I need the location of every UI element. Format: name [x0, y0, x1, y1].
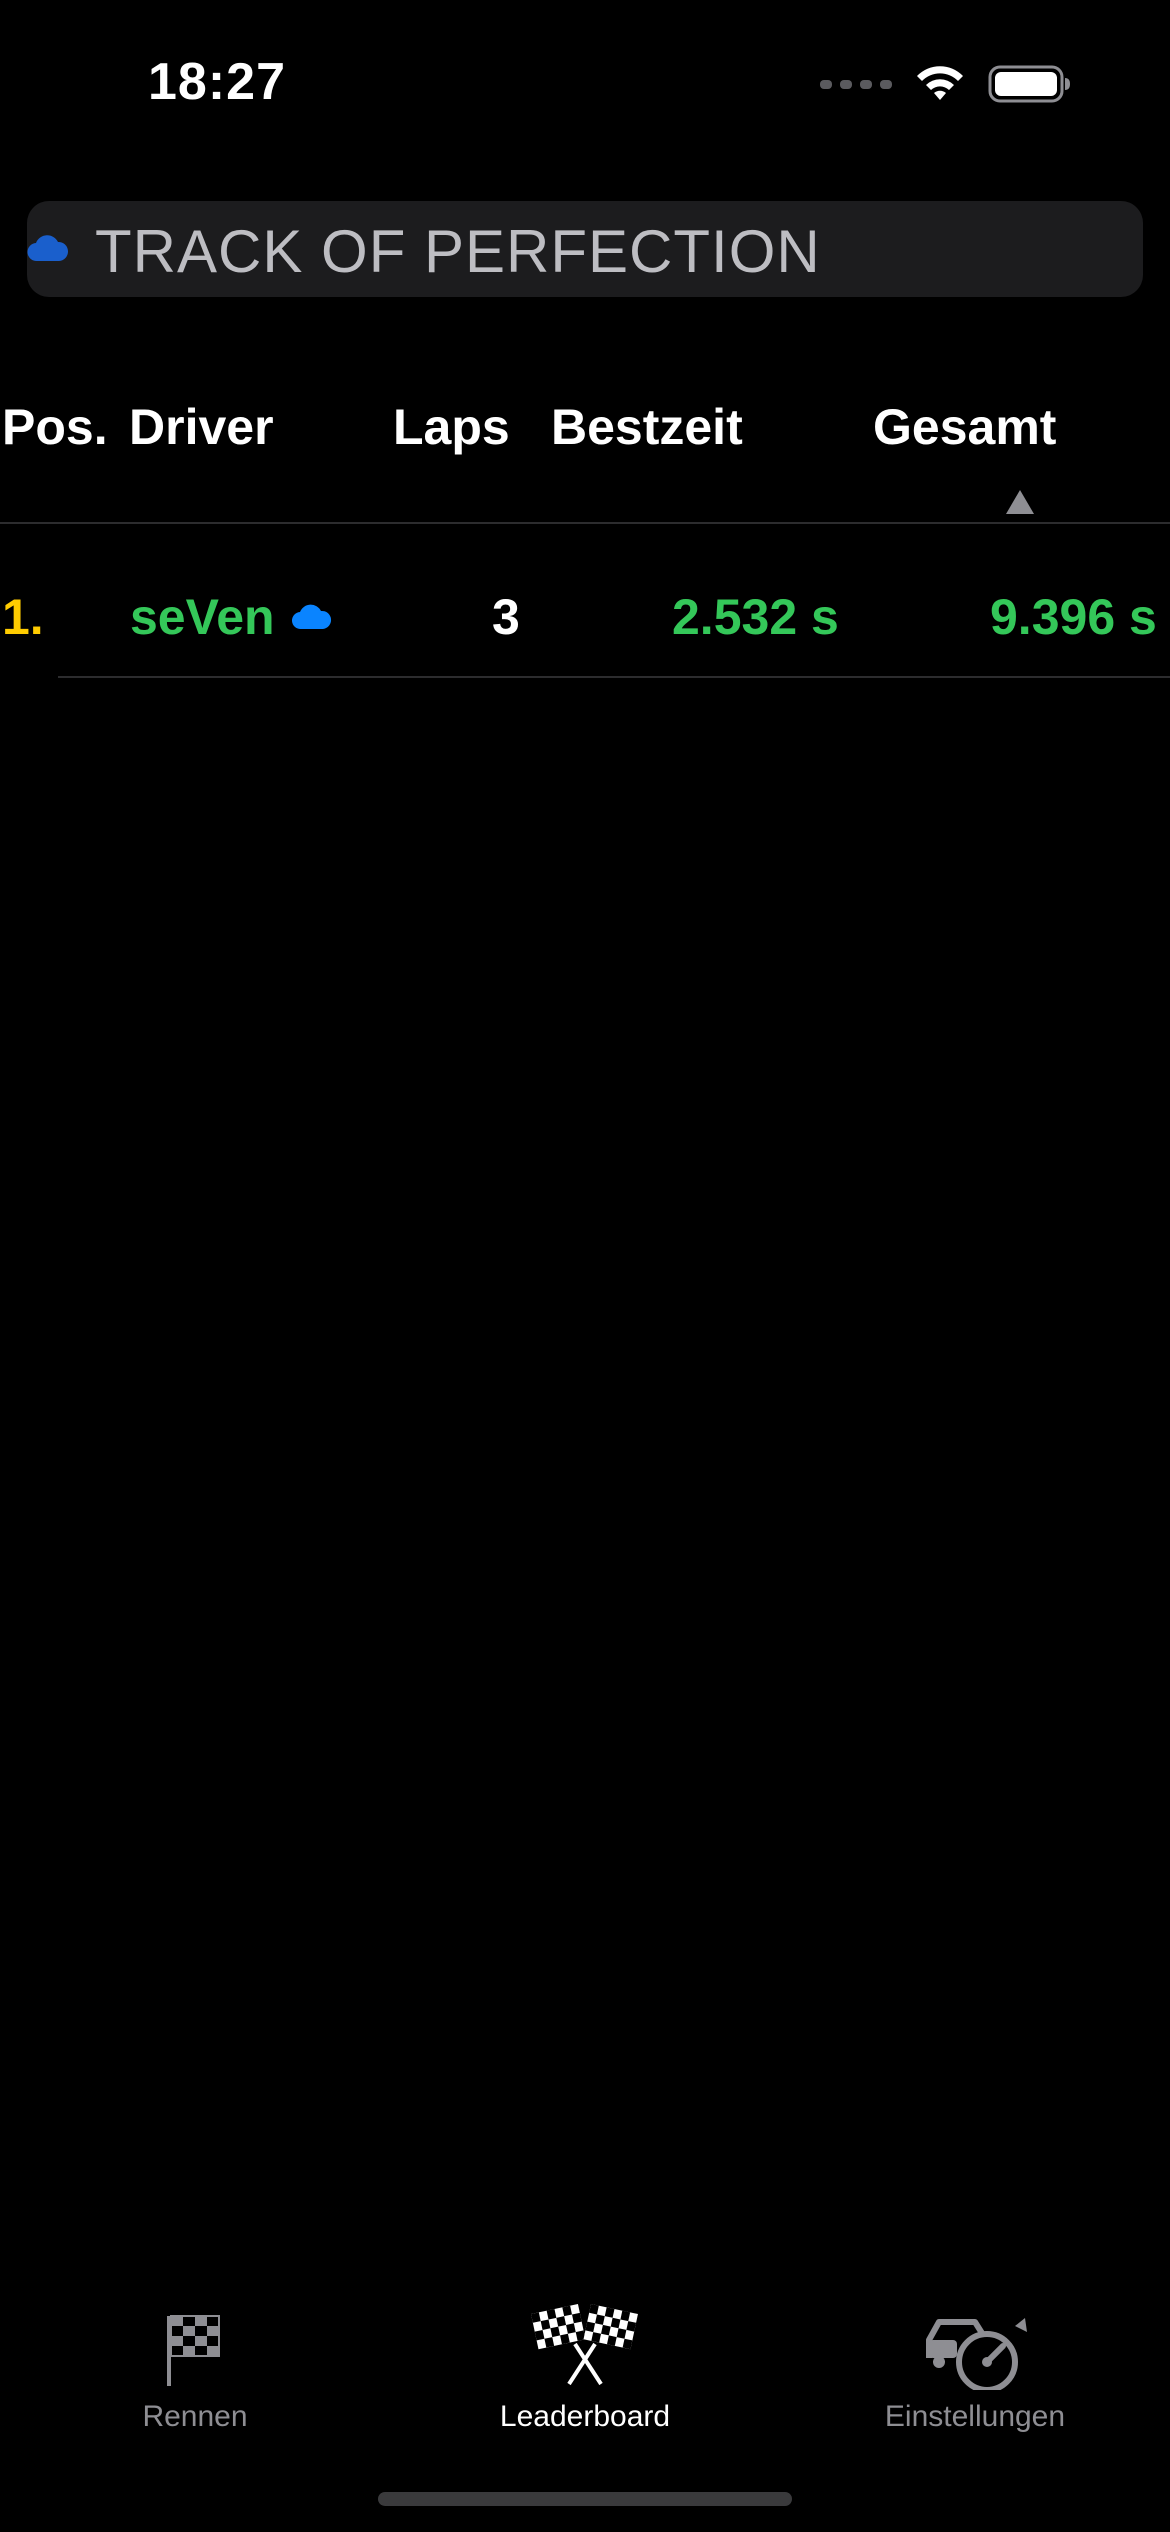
column-header-total[interactable]: Gesamt — [873, 398, 1056, 456]
column-header-driver[interactable]: Driver — [129, 398, 274, 456]
tab-rennen[interactable]: Rennen — [0, 2280, 390, 2440]
column-header-best[interactable]: Bestzeit — [551, 398, 743, 456]
row-laps: 3 — [492, 589, 520, 645]
row-total-time: 9.396 s — [990, 589, 1157, 645]
status-bar: 18:27 — [0, 0, 1170, 150]
tab-einstellungen[interactable]: Einstellungen — [780, 2280, 1170, 2440]
row-best-time: 2.532 s — [672, 589, 839, 645]
home-indicator — [378, 2492, 792, 2506]
row-driver: seVen — [130, 588, 333, 646]
track-title: TRACK OF PERFECTION — [95, 218, 821, 285]
triangle-up-icon — [1006, 490, 1034, 514]
battery-icon — [988, 65, 1070, 103]
cloud-icon — [27, 235, 69, 262]
column-header-laps[interactable]: Laps — [393, 398, 510, 456]
tab-label: Leaderboard — [499, 2400, 671, 2433]
header-divider — [0, 522, 1170, 524]
checkered-flag-icon — [167, 2315, 220, 2386]
crossed-flags-icon — [531, 2304, 638, 2386]
tab-label: Einstellungen — [884, 2400, 1066, 2433]
tab-label: Rennen — [142, 2400, 248, 2433]
row-position: 1. — [2, 589, 44, 645]
wifi-icon — [917, 66, 963, 100]
column-header-pos[interactable]: Pos. — [2, 398, 108, 456]
driver-name: seVen — [130, 589, 275, 645]
leaderboard-header: Pos. Driver Laps Bestzeit Gesamt — [0, 390, 1170, 530]
status-indicators — [820, 64, 1072, 104]
track-title-bar[interactable]: TRACK OF PERFECTION — [27, 201, 1143, 297]
table-row[interactable]: 1. seVen 3 2.532 s 9.396 s — [0, 560, 1170, 680]
row-divider — [58, 676, 1170, 678]
tab-leaderboard[interactable]: Leaderboard — [390, 2280, 780, 2440]
car-speedometer-icon — [926, 2318, 1027, 2390]
cellular-signal-icon — [820, 79, 892, 89]
cloud-icon — [291, 604, 331, 630]
status-time: 18:27 — [148, 53, 286, 111]
